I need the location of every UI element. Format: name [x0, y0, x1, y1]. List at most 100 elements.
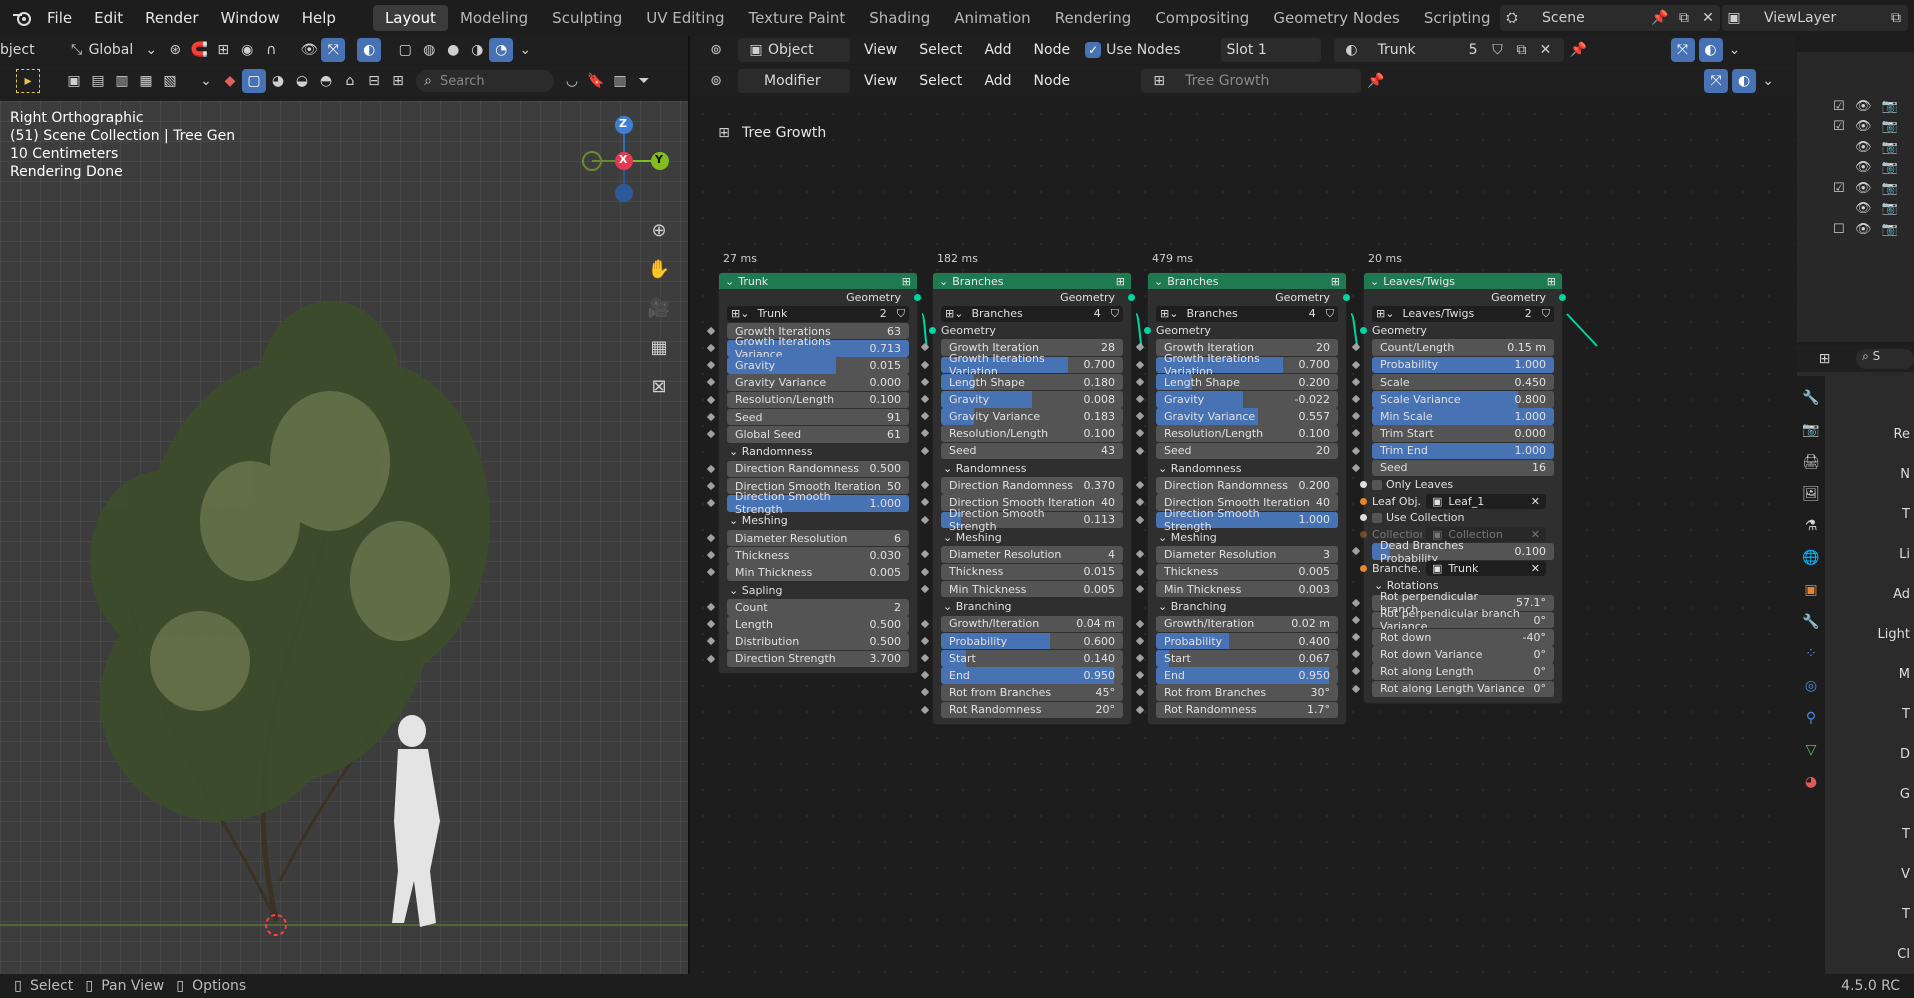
node-field[interactable]: Gravity Variance 0.183 [920, 408, 1123, 425]
node-field[interactable]: Rot along Length Variance 0° [1351, 680, 1554, 698]
outliner-row[interactable]: ☑ 👁 📷 [1833, 117, 1898, 138]
clear-icon[interactable]: ✕ [1531, 528, 1540, 541]
chevron-down-icon[interactable]: ⌄ [139, 38, 163, 62]
menu-edit[interactable]: Edit [83, 9, 134, 27]
node-1[interactable]: 27 ms ⌄ Trunk ⊞ Geometry ⊞⌄ Trunk 2 ⛉ Growth Iter… [706, 252, 921, 675]
meta-filter-icon[interactable]: ◓ [314, 69, 338, 93]
node-field[interactable]: Min Thickness 0.005 [920, 580, 1123, 598]
node-field[interactable]: Rot from Branches 30° [1135, 684, 1338, 701]
tab-texture-paint[interactable]: Texture Paint [736, 5, 857, 31]
tab-shading[interactable]: Shading [857, 5, 942, 31]
node-field[interactable]: Rot along Length 0° [1351, 663, 1554, 680]
eye-icon[interactable]: 👁 [1855, 201, 1872, 216]
node-field[interactable]: Direction Smooth Strength 1.000 [1135, 507, 1338, 533]
pin-icon[interactable]: 📌 [1567, 38, 1591, 62]
node-panel-header[interactable]: ⌄ Randomness [1156, 460, 1338, 477]
node-field[interactable]: Diameter Resolution 3 [1135, 546, 1338, 564]
node-header[interactable]: ⌄ Trunk ⊞ [719, 273, 917, 289]
property-label[interactable]: G [1835, 762, 1914, 802]
node-field[interactable]: Distribution 0.500 [706, 633, 909, 650]
collapse-chevron-icon[interactable]: ⌄ [1370, 275, 1379, 288]
node-menu-add[interactable]: Add [973, 73, 1022, 89]
select-mode-invert-icon[interactable]: ▦ [134, 69, 158, 93]
node-4[interactable]: 20 ms ⌄ Leaves/Twigs ⊞ Geometry ⊞⌄ Leaves/Twig… [1351, 252, 1566, 705]
eye-icon[interactable]: 👁 [1855, 119, 1872, 134]
node-3[interactable]: 479 ms ⌄ Branches ⊞ Geometry ⊞⌄ Branches 4 ⛉ Geom… [1135, 252, 1350, 726]
property-label[interactable]: Li [1835, 522, 1914, 562]
checkbox[interactable] [1372, 512, 1382, 523]
property-label[interactable]: V [1835, 842, 1914, 882]
collapse-chevron-icon[interactable]: ⌄ [939, 275, 948, 288]
exclude-checkbox[interactable]: ☑ [1833, 119, 1845, 134]
outliner-row[interactable]: 👁 📷 [1833, 158, 1898, 179]
node-field[interactable]: Diameter Resolution 4 [920, 546, 1123, 564]
material-tab-icon[interactable]: ◕ [1799, 770, 1823, 794]
property-label[interactable]: M [1835, 642, 1914, 682]
node-field[interactable]: Resolution/Length 0.100 [706, 391, 909, 409]
new-view-layer-icon[interactable]: ⧉ [1884, 6, 1908, 30]
3d-viewport[interactable]: Right Orthographic (51) Scene Collection… [0, 101, 688, 974]
menu-file[interactable]: File [36, 9, 83, 27]
search-field[interactable]: ⌕ Search [416, 70, 554, 92]
wireframe-shading-icon[interactable]: ◍ [417, 38, 441, 62]
object-tab-icon[interactable]: ▣ [1799, 578, 1823, 602]
scene-selector[interactable]: ⛭ Scene 📌 ⧉ ✕ [1500, 5, 1720, 31]
node-field[interactable]: Growth/Iteration 0.02 m [1135, 615, 1338, 633]
input-socket[interactable] [1360, 564, 1367, 572]
exclude-checkbox[interactable] [1833, 201, 1845, 216]
shader-menu-node[interactable]: Node [1023, 42, 1082, 58]
node-field[interactable]: Gravity Variance 0.000 [706, 374, 909, 391]
output-tab-icon[interactable]: 🖨 [1799, 450, 1823, 474]
shader-menu-view[interactable]: View [853, 42, 908, 58]
outliner[interactable]: ☑ 👁 📷 ☑ 👁 📷 👁 📷 👁 📷 ☑ 👁 📷 👁 📷 ☐ 👁 📷 [1797, 52, 1914, 342]
node-field[interactable]: Direction Randomness 0.370 [920, 477, 1123, 494]
shader-gizmo-icon[interactable]: ⤧ [1670, 38, 1695, 62]
node-field[interactable]: Global Seed 61 [706, 425, 909, 443]
armature-filter-icon[interactable]: ⌂ [338, 69, 362, 93]
fake-user-icon[interactable]: ⛉ [1486, 38, 1510, 62]
outliner-row[interactable]: ☑ 👁 📷 [1833, 178, 1898, 199]
lattice-filter-icon[interactable]: ⊟ [362, 69, 386, 93]
surface-filter-icon[interactable]: ◒ [290, 69, 314, 93]
tab-modeling[interactable]: Modeling [448, 5, 540, 31]
node-field[interactable]: Probability 0.400 [1135, 632, 1338, 650]
tab-scripting[interactable]: Scripting [1412, 5, 1503, 31]
input-socket[interactable] [1360, 514, 1367, 522]
node-field[interactable]: Gravity -0.022 [1135, 390, 1338, 408]
properties-editor[interactable]: ⊞ ⌕ S 🔧 📷 🖨 🖼 ⚗ 🌐 ▣ 🔧 ⁘ ◎ ⚲ ▽ ◕ Re N T Li Ad… [1797, 346, 1914, 974]
eye-icon[interactable]: 👁 [1855, 222, 1872, 237]
node-field[interactable]: Diameter Resolution 6 [706, 529, 909, 547]
property-label[interactable]: N [1835, 442, 1914, 482]
orientation-selector[interactable]: Global [89, 42, 134, 58]
pivot-icon[interactable]: ⊛ [163, 38, 187, 62]
render-camera-icon[interactable]: 📷 [1882, 181, 1898, 196]
menu-window[interactable]: Window [210, 9, 291, 27]
node-overlay-icon[interactable]: ◐ [1732, 69, 1757, 93]
node-field[interactable]: Seed 20 [1135, 442, 1338, 460]
node-menu-select[interactable]: Select [908, 73, 973, 89]
node-field[interactable]: Rot Randomness 20° [920, 701, 1123, 719]
pin-icon[interactable]: 📌 [1364, 69, 1388, 93]
node-gizmo-icon[interactable]: ⤧ [1704, 69, 1729, 93]
node-field[interactable]: Min Thickness 0.003 [1135, 580, 1338, 598]
output-socket[interactable] [1559, 294, 1566, 301]
menu-help[interactable]: Help [291, 9, 347, 27]
property-label[interactable]: Cl [1835, 922, 1914, 962]
node-field[interactable]: Direction Randomness 0.200 [1135, 477, 1338, 494]
node-field[interactable]: Count 2 [706, 599, 909, 616]
node-field[interactable]: Rot down -40° [1351, 629, 1554, 646]
mode-selector[interactable]: bject [0, 42, 35, 58]
tab-animation[interactable]: Animation [942, 5, 1042, 31]
node-overlay-chevron-icon[interactable]: ⌄ [1756, 69, 1780, 93]
collection-icon[interactable]: ◡ [560, 69, 584, 93]
scene-tab-icon[interactable]: ⚗ [1799, 514, 1823, 538]
node-field[interactable]: Growth/Iteration 0.04 m [920, 615, 1123, 633]
snap-icon[interactable]: 🧲 [187, 38, 211, 62]
node-field[interactable]: Trim Start 0.000 [1351, 425, 1554, 442]
shading-options-icon[interactable]: ⌄ [513, 38, 537, 62]
node-object-row[interactable]: Leaf Obj... ▣ Leaf_1 ✕ [1360, 493, 1554, 510]
node-editor-canvas[interactable]: ⊞ Tree Growth 27 ms ⌄ Trunk ⊞ Geometry ⊞⌄ Trun… [690, 101, 1795, 974]
node-datablock[interactable]: ⊞⌄ Leaves/Twigs 2 ⛉ [1372, 305, 1554, 323]
render-camera-icon[interactable]: 📷 [1882, 99, 1898, 114]
mesh-filter-icon[interactable]: ▢ [242, 69, 266, 93]
